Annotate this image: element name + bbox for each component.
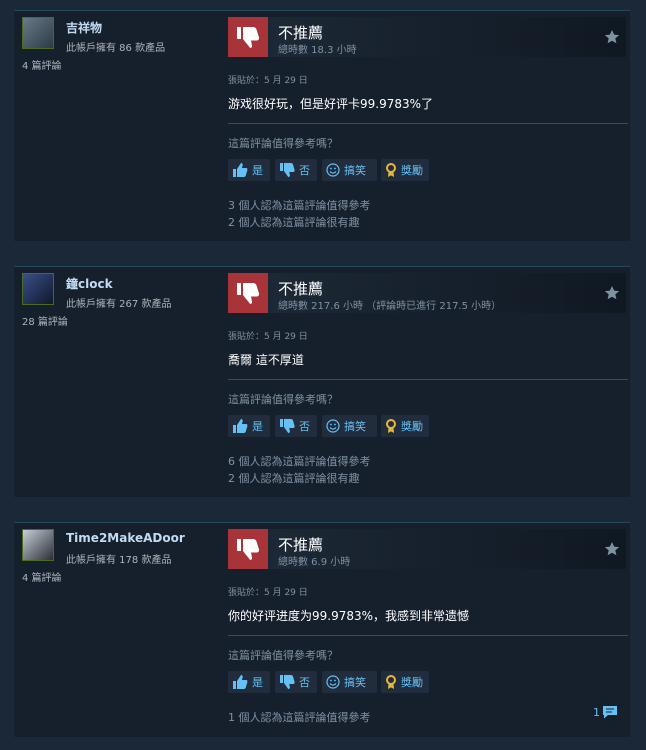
vote-funny-button[interactable]: 搞笑 — [322, 671, 377, 693]
vote-funny-label: 搞笑 — [344, 420, 366, 433]
playtime-hours: 總時數 6.9 小時 — [278, 557, 351, 568]
review-text: 喬爾 這不厚道 — [228, 353, 304, 367]
posted-date: 張貼於：5 月 29 日 — [228, 588, 308, 598]
vote-header[interactable]: 不推薦 總時數 217.6 小時 （評論時已進行 217.5 小時） — [228, 273, 626, 313]
author-review-count[interactable]: 4 篇評論 — [22, 57, 62, 72]
divider — [228, 635, 628, 636]
author-products-owned[interactable]: 此帳戶擁有 267 款產品 — [66, 295, 171, 310]
vote-yes-button[interactable]: 是 — [228, 415, 270, 437]
comments-link[interactable]: 1 — [593, 705, 618, 719]
vote-no-button[interactable]: 否 — [275, 671, 317, 693]
award-button[interactable]: 獎勵 — [381, 671, 429, 693]
review-text: 你的好评进度为99.9783%，我感到非常遗憾 — [228, 609, 470, 623]
avatar[interactable] — [22, 17, 54, 49]
helpful-count: 6 個人認為這篇評論值得參考 — [228, 455, 371, 468]
smiley-icon — [326, 675, 340, 689]
award-icon — [386, 674, 396, 689]
funny-count: 2 個人認為這篇評論很有趣 — [228, 472, 360, 485]
divider — [228, 379, 628, 380]
helpful-count: 3 個人認為這篇評論值得參考 — [228, 199, 371, 212]
review-card: Time2MakeADoor 此帳戶擁有 178 款產品 4 篇評論 不推薦 總… — [14, 522, 630, 737]
comment-count: 1 — [593, 705, 600, 719]
star-icon[interactable] — [604, 29, 620, 45]
star-icon[interactable] — [604, 541, 620, 557]
vote-no-label: 否 — [299, 676, 310, 689]
vote-yes-label: 是 — [252, 420, 263, 433]
author-review-count[interactable]: 4 篇評論 — [22, 569, 62, 584]
avatar[interactable] — [22, 529, 54, 561]
thumbs-down-icon — [280, 419, 295, 433]
recommendation-title: 不推薦 — [278, 536, 324, 554]
thumbs-down-icon — [228, 273, 268, 313]
author-name[interactable]: 吉祥物 — [66, 19, 102, 36]
helpful-question: 這篇評論值得參考嗎？ — [228, 137, 338, 150]
author-products-owned[interactable]: 此帳戶擁有 178 款產品 — [66, 551, 171, 566]
thumbs-up-icon — [233, 675, 248, 689]
award-button[interactable]: 獎勵 — [381, 159, 429, 181]
award-label: 獎勵 — [401, 420, 423, 433]
vote-no-label: 否 — [299, 420, 310, 433]
playtime-hours: 總時數 217.6 小時 （評論時已進行 217.5 小時） — [278, 301, 502, 312]
vote-no-button[interactable]: 否 — [275, 159, 317, 181]
recommendation-title: 不推薦 — [278, 280, 324, 298]
thumbs-down-icon — [280, 675, 295, 689]
award-icon — [386, 162, 396, 177]
vote-yes-button[interactable]: 是 — [228, 671, 270, 693]
thumbs-down-icon — [228, 17, 268, 57]
vote-funny-button[interactable]: 搞笑 — [322, 159, 377, 181]
posted-date: 張貼於：5 月 29 日 — [228, 332, 308, 342]
vote-funny-label: 搞笑 — [344, 676, 366, 689]
funny-count: 2 個人認為這篇評論很有趣 — [228, 216, 360, 229]
award-button[interactable]: 獎勵 — [381, 415, 429, 437]
playtime-hours: 總時數 18.3 小時 — [278, 45, 357, 56]
comment-icon — [603, 706, 617, 719]
author-name[interactable]: 鐘clock — [66, 275, 113, 292]
vote-yes-label: 是 — [252, 676, 263, 689]
award-label: 獎勵 — [401, 676, 423, 689]
thumbs-up-icon — [233, 419, 248, 433]
smiley-icon — [326, 419, 340, 433]
vote-no-button[interactable]: 否 — [275, 415, 317, 437]
recommendation-title: 不推薦 — [278, 24, 324, 42]
vote-funny-button[interactable]: 搞笑 — [322, 415, 377, 437]
author-review-count[interactable]: 28 篇評論 — [22, 313, 68, 328]
review-card: 鐘clock 此帳戶擁有 267 款產品 28 篇評論 不推薦 總時數 217.… — [14, 266, 630, 497]
avatar[interactable] — [22, 273, 54, 305]
smiley-icon — [326, 163, 340, 177]
vote-header[interactable]: 不推薦 總時數 6.9 小時 — [228, 529, 626, 569]
thumbs-down-icon — [280, 163, 295, 177]
vote-yes-button[interactable]: 是 — [228, 159, 270, 181]
helpful-question: 這篇評論值得參考嗎？ — [228, 393, 338, 406]
vote-header[interactable]: 不推薦 總時數 18.3 小時 — [228, 17, 626, 57]
award-icon — [386, 418, 396, 433]
star-icon[interactable] — [604, 285, 620, 301]
author-name[interactable]: Time2MakeADoor — [66, 531, 185, 545]
vote-funny-label: 搞笑 — [344, 164, 366, 177]
author-products-owned[interactable]: 此帳戶擁有 86 款產品 — [66, 39, 165, 54]
helpful-count: 1 個人認為這篇評論值得參考 — [228, 711, 371, 724]
divider — [228, 123, 628, 124]
helpful-question: 這篇評論值得參考嗎？ — [228, 649, 338, 662]
vote-yes-label: 是 — [252, 164, 263, 177]
award-label: 獎勵 — [401, 164, 423, 177]
vote-no-label: 否 — [299, 164, 310, 177]
posted-date: 張貼於：5 月 29 日 — [228, 76, 308, 86]
review-card: 吉祥物 此帳戶擁有 86 款產品 4 篇評論 不推薦 總時數 18.3 小時 張… — [14, 10, 630, 241]
thumbs-up-icon — [233, 163, 248, 177]
thumbs-down-icon — [228, 529, 268, 569]
review-text: 游戏很好玩，但是好评卡99.9783%了 — [228, 97, 434, 111]
